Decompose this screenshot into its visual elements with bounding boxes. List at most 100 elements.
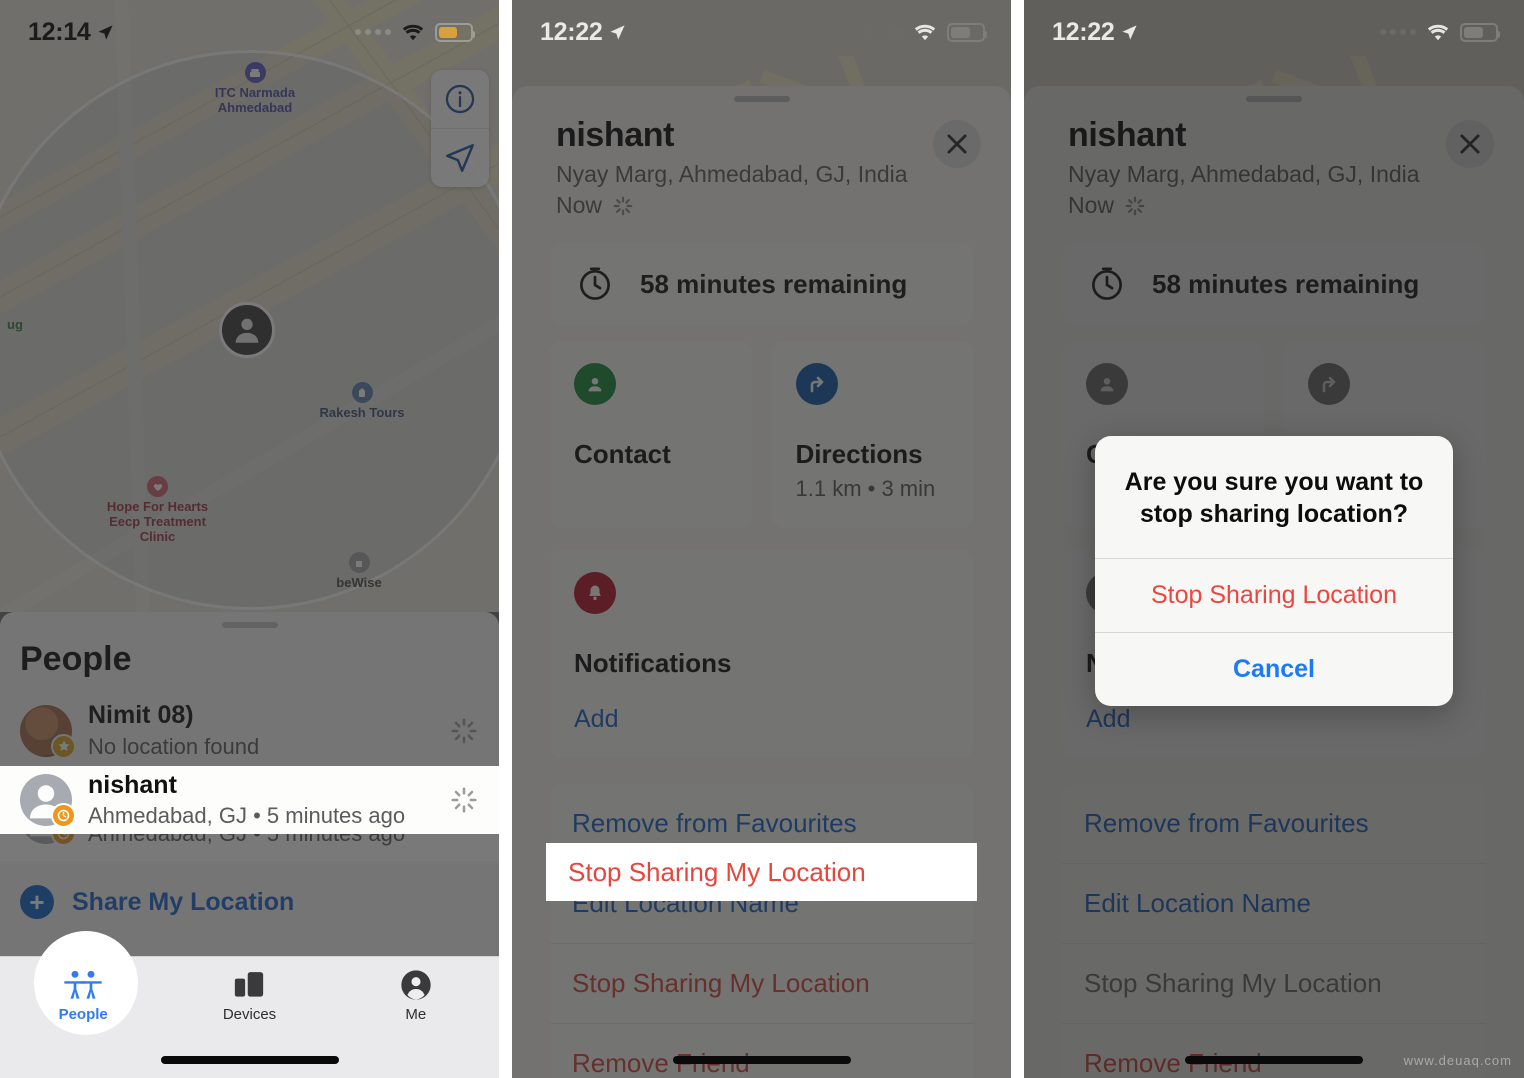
poi-rakesh-tours[interactable]: Rakesh Tours <box>307 382 417 421</box>
poi-hope-label-2: Eecp Treatment <box>109 513 206 529</box>
contact-icon <box>1086 363 1128 405</box>
tab-people[interactable]: People <box>0 969 166 1023</box>
loading-spinner-icon <box>613 196 633 215</box>
location-arrow-icon <box>98 24 114 40</box>
person-name: nishant <box>88 770 177 799</box>
person-icon <box>235 318 259 343</box>
contact-title: Contact <box>574 439 671 469</box>
people-title: People <box>20 640 132 678</box>
home-indicator <box>1185 1056 1363 1064</box>
screen-find-my-people: ITC Narmada Ahmedabad ug Rakesh Tours Ho… <box>0 0 499 1078</box>
notifications-card[interactable]: Notifications Add <box>550 550 973 758</box>
three-screenshot-stage: ITC Narmada Ahmedabad ug Rakesh Tours Ho… <box>0 0 1524 1078</box>
battery-icon <box>1460 22 1500 42</box>
notifications-add-button[interactable]: Add <box>574 705 949 738</box>
list-item[interactable]: Nimit 08) No location found <box>0 687 499 774</box>
directions-card[interactable]: Directions 1.1 km • 3 min <box>771 341 973 528</box>
avatar <box>20 704 76 759</box>
action-list: Remove from Favourites Edit Location Nam… <box>550 784 973 1078</box>
signal-dots-icon <box>867 29 903 35</box>
status-left: 12:22 <box>540 18 626 47</box>
poi-itc-label-2: Ahmedabad <box>217 99 293 115</box>
remove-from-favourites-button[interactable]: Remove from Favourites <box>1062 784 1486 864</box>
status-time: 12:22 <box>1052 17 1115 46</box>
map-info-button[interactable] <box>431 70 489 128</box>
bell-icon <box>574 572 616 614</box>
directions-subtitle: 1.1 km • 3 min <box>795 476 936 501</box>
sharing-timer-card[interactable]: 58 minutes remaining <box>1062 243 1486 325</box>
action-cards: Contact Directions 1.1 km • 3 min <box>550 341 973 528</box>
edit-location-name-button[interactable]: Edit Location Name <box>1062 864 1486 944</box>
tab-devices[interactable]: Devices <box>166 969 332 1023</box>
poi-park-ug[interactable]: ug <box>0 317 30 333</box>
friend-updated: Now <box>1068 192 1480 219</box>
detail-header: nishant Nyay Marg, Ahmedabad, GJ, India … <box>512 102 1011 229</box>
clinic-pin-icon <box>147 476 168 497</box>
map-controls[interactable] <box>431 70 489 187</box>
site-watermark: www.deuaq.com <box>1403 1053 1512 1068</box>
poi-hope-for-hearts[interactable]: Hope For Hearts Eecp Treatment Clinic <box>100 476 215 545</box>
status-right <box>1380 22 1500 42</box>
friend-name: nishant <box>556 116 675 154</box>
status-bar: 12:22 <box>512 0 1011 52</box>
stop-sharing-alert: Are you sure you want to stop sharing lo… <box>1095 436 1453 706</box>
tab-people-wrap[interactable]: People <box>0 931 166 1035</box>
remove-friend-button[interactable]: Remove Friend <box>550 1024 973 1078</box>
poi-ug-label: ug <box>7 317 23 332</box>
tab-me[interactable]: Me <box>333 969 499 1023</box>
poi-hope-label-1: Hope For Hearts <box>106 499 209 514</box>
screen-friend-detail: nishant Nyay Marg, Ahmedabad, GJ, India … <box>512 0 1011 1078</box>
frame-gap <box>1011 0 1024 1078</box>
notifications-add-button[interactable]: Add <box>1086 705 1462 738</box>
location-arrow-icon <box>610 24 626 40</box>
poi-bewise[interactable]: beWise <box>320 552 398 591</box>
poi-itc-narmada[interactable]: ITC Narmada Ahmedabad <box>200 62 310 116</box>
remove-friend-button[interactable]: Remove Friend <box>1062 1024 1486 1078</box>
star-badge-icon <box>51 733 76 759</box>
status-bar: 12:22 <box>1024 0 1524 52</box>
contact-card[interactable]: Contact <box>550 341 752 528</box>
detail-header: nishant Nyay Marg, Ahmedabad, GJ, India … <box>1024 102 1524 229</box>
tab-bar[interactable]: People Devices Me <box>0 931 499 1078</box>
person-status: Ahmedabad, GJ • 5 minutes ago <box>88 803 406 828</box>
wifi-icon <box>402 24 424 40</box>
friend-address: Nyay Marg, Ahmedabad, GJ, India <box>1068 161 1420 187</box>
share-my-location-label: Share My Location <box>72 887 295 916</box>
status-time: 12:22 <box>540 17 603 46</box>
close-button[interactable] <box>1446 120 1494 168</box>
poi-bewise-label: beWise <box>336 575 382 590</box>
directions-title: Directions <box>795 439 923 469</box>
stop-sharing-my-location-button[interactable]: Stop Sharing My Location <box>550 944 973 1024</box>
hotel-pin-icon <box>244 62 266 83</box>
shop-pin-icon <box>348 552 370 573</box>
friend-location-marker[interactable] <box>219 302 275 358</box>
share-my-location-row[interactable]: + Share My Location <box>0 861 499 929</box>
status-time: 12:14 <box>28 17 91 46</box>
locate-arrow-icon <box>446 144 474 172</box>
map-locate-button[interactable] <box>431 129 489 187</box>
person-name: Nimit 08) <box>88 701 194 729</box>
signal-dots-icon <box>355 29 391 35</box>
close-button[interactable] <box>933 120 981 168</box>
timer-icon <box>1092 267 1122 300</box>
sharing-timer-card[interactable]: 58 minutes remaining <box>550 243 973 325</box>
status-right <box>355 22 475 42</box>
alert-stop-sharing-button[interactable]: Stop Sharing Location <box>1095 558 1453 632</box>
action-list: Remove from Favourites Edit Location Nam… <box>1062 784 1486 1078</box>
home-indicator <box>672 1056 851 1064</box>
alert-cancel-button[interactable]: Cancel <box>1095 632 1453 706</box>
travel-pin-icon <box>351 382 373 403</box>
home-indicator <box>160 1056 339 1064</box>
friend-address: Nyay Marg, Ahmedabad, GJ, India <box>556 161 908 187</box>
people-icon <box>64 970 102 999</box>
status-left: 12:14 <box>28 18 114 47</box>
person-icon <box>401 970 431 1000</box>
timer-text: 58 minutes remaining <box>1152 268 1420 299</box>
updated-text: Now <box>1068 192 1115 218</box>
frame-gap <box>499 0 512 1078</box>
selected-row-content[interactable]: nishant Ahmedabad, GJ • 5 minutes ago <box>0 766 499 834</box>
close-icon <box>947 134 967 154</box>
stop-sharing-my-location-highlight[interactable]: Stop Sharing My Location <box>546 843 977 901</box>
tab-people-label: People <box>58 1006 108 1023</box>
avatar <box>20 774 76 828</box>
